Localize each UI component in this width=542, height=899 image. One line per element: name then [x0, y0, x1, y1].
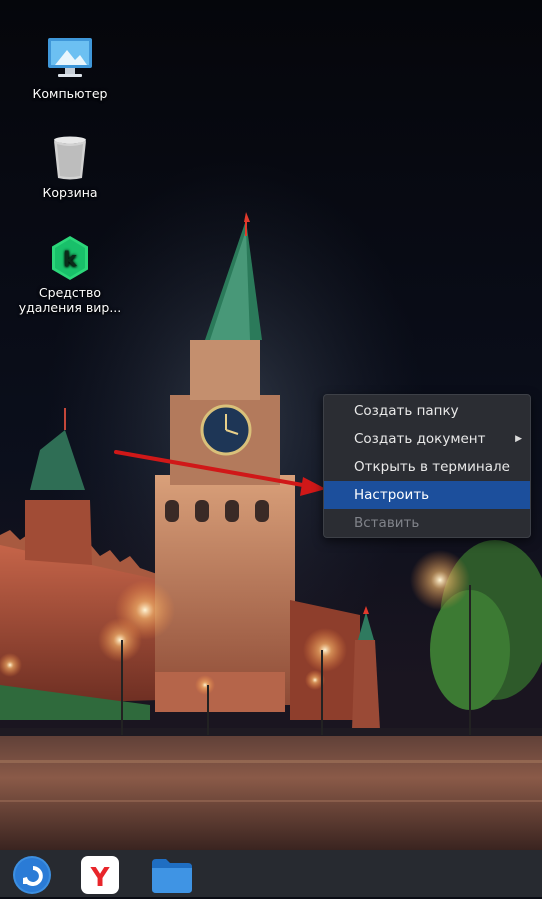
yandex-browser-button[interactable]: Y: [78, 855, 122, 895]
svg-text:k: k: [63, 247, 77, 271]
svg-text:Y: Y: [90, 863, 111, 893]
start-menu-button[interactable]: [10, 855, 54, 895]
menu-item-create-document[interactable]: Создать документ ▶: [324, 425, 530, 453]
menu-item-paste: Вставить: [324, 509, 530, 537]
desktop-icon-kaspersky-remover[interactable]: k Средство удаления вир...: [15, 235, 125, 315]
kaspersky-icon: k: [45, 235, 95, 281]
chevron-right-icon: ▶: [515, 434, 522, 444]
desktop-icon-trash[interactable]: Корзина: [15, 135, 125, 200]
start-menu-icon: [13, 856, 51, 894]
trash-icon: [45, 135, 95, 181]
taskbar: Y: [0, 850, 542, 897]
desktop-context-menu: Создать папку Создать документ ▶ Открыть…: [323, 394, 531, 538]
desktop-icon-label: Корзина: [42, 185, 98, 200]
menu-item-label: Настроить: [354, 487, 430, 503]
file-manager-icon: [152, 859, 192, 893]
menu-item-label: Открыть в терминале: [354, 459, 510, 475]
menu-item-configure[interactable]: Настроить: [324, 481, 530, 509]
desktop-icon-label: Средство: [38, 285, 102, 300]
file-manager-button[interactable]: [150, 855, 194, 895]
yandex-browser-icon: Y: [81, 856, 119, 894]
menu-item-label: Создать документ: [354, 431, 486, 447]
menu-item-label: Вставить: [354, 515, 420, 531]
menu-item-open-terminal[interactable]: Открыть в терминале: [324, 453, 530, 481]
computer-icon: [45, 36, 95, 82]
menu-item-create-folder[interactable]: Создать папку: [324, 397, 530, 425]
desktop-icon-computer[interactable]: Компьютер: [15, 36, 125, 101]
desktop-icon-label: Компьютер: [32, 86, 108, 101]
desktop-icon-label: удаления вир...: [18, 300, 122, 315]
menu-item-label: Создать папку: [354, 403, 459, 419]
